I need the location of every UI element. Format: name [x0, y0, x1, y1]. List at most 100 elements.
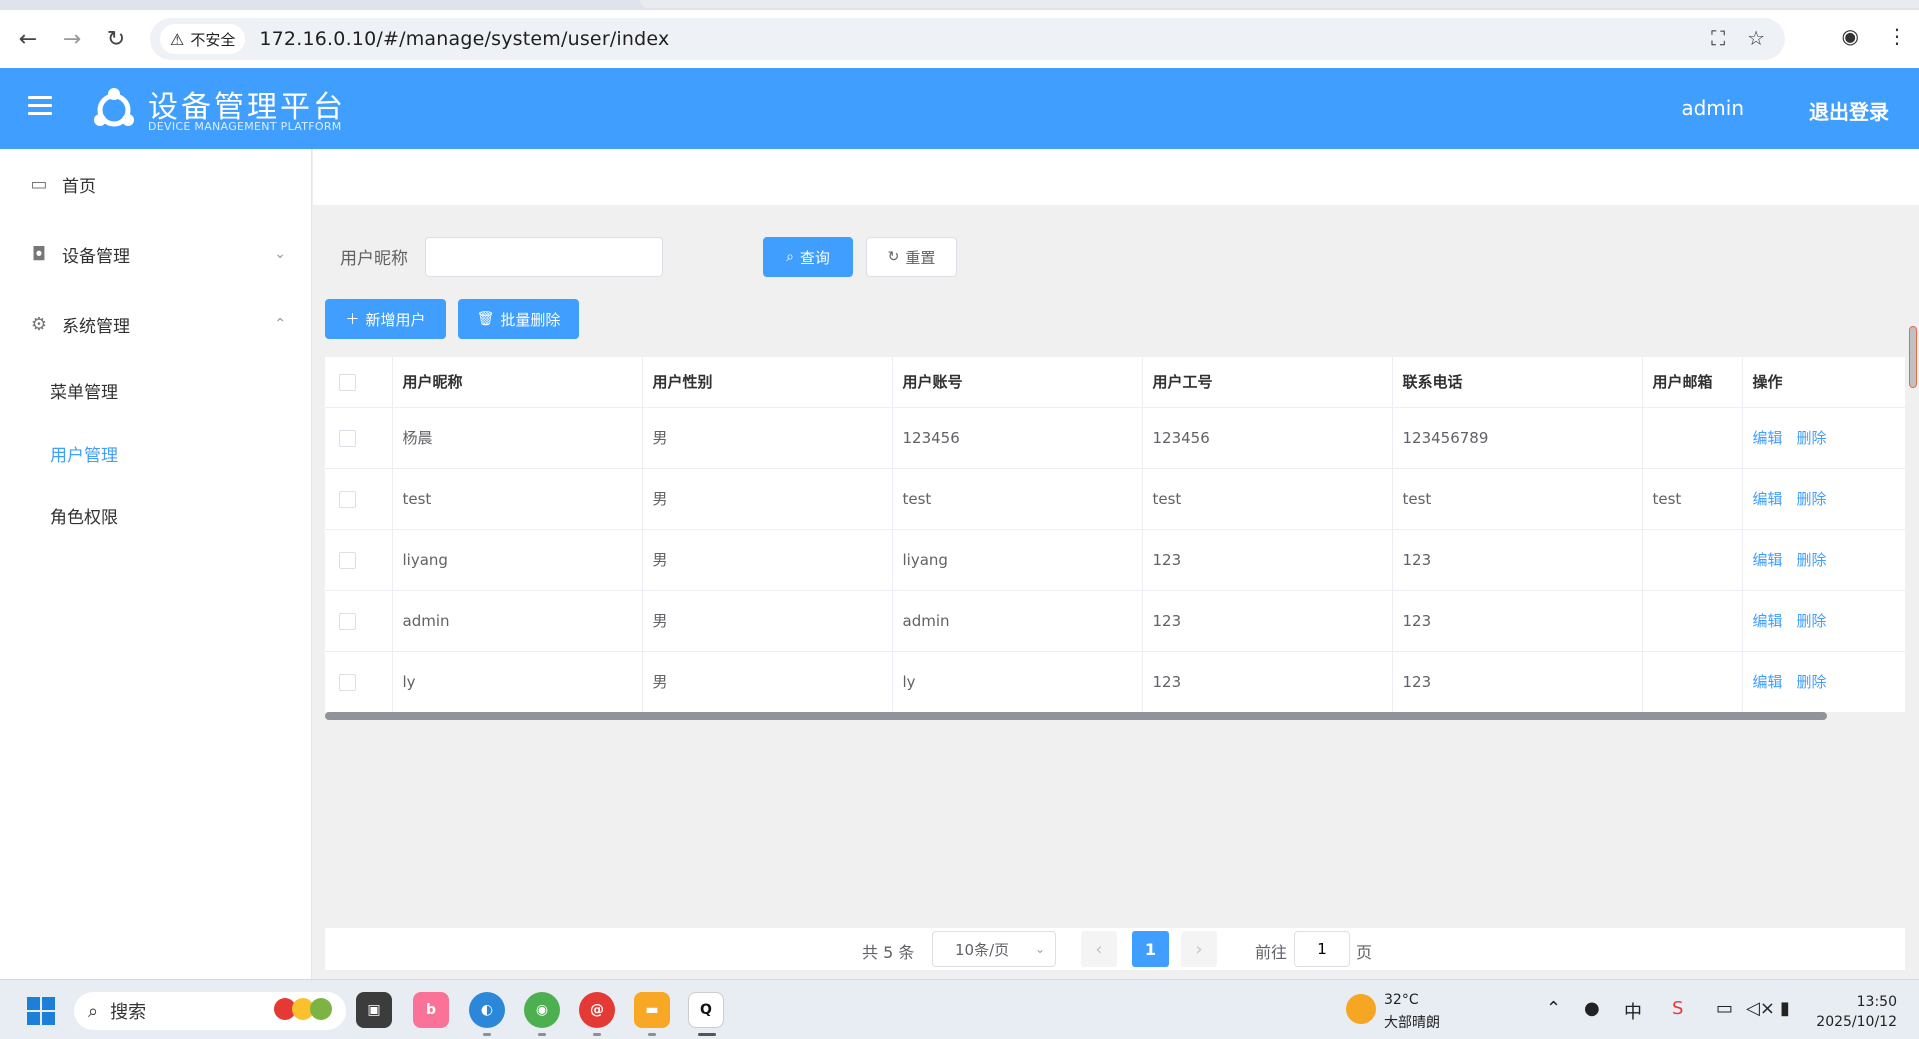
- browser-tab[interactable]: [640, 0, 1919, 8]
- sidebar-item-device[interactable]: ◘ 设备管理 ⌄: [0, 226, 312, 282]
- column-header[interactable]: 用户邮箱: [1642, 357, 1743, 408]
- table-horizontal-scrollbar-thumb[interactable]: [325, 712, 1827, 720]
- active-indicator: [698, 1033, 716, 1036]
- row-checkbox[interactable]: [339, 673, 356, 691]
- qq-tray-icon[interactable]: ●: [1584, 998, 1600, 1019]
- table-cell: 123: [1392, 651, 1643, 713]
- edit-link[interactable]: 编辑: [1753, 429, 1783, 447]
- system-clock[interactable]: 13:50 2025/10/12: [1816, 992, 1897, 1032]
- task-view-icon[interactable]: ▣: [356, 992, 392, 1028]
- search-icon: ⌕: [786, 249, 794, 265]
- refresh-icon: ↻: [887, 249, 900, 265]
- browser-app-icon[interactable]: ◐: [469, 992, 505, 1028]
- logout-button[interactable]: 退出登录: [1809, 96, 1889, 125]
- sidebar-item-label: 系统管理: [62, 316, 130, 337]
- column-header[interactable]: 操作: [1742, 357, 1905, 408]
- nickname-filter-label: 用户昵称: [340, 249, 408, 269]
- delete-link[interactable]: 删除: [1797, 490, 1827, 508]
- column-header[interactable]: 用户性别: [642, 357, 893, 408]
- snail-app-icon[interactable]: @: [579, 992, 615, 1028]
- row-checkbox[interactable]: [339, 551, 356, 569]
- add-user-button[interactable]: ＋ 新增用户: [325, 299, 446, 339]
- page-number-current[interactable]: 1: [1132, 931, 1169, 967]
- table-row: test 男 test test test test 编辑 删除: [325, 468, 1905, 530]
- back-icon[interactable]: ←: [6, 17, 50, 61]
- row-checkbox[interactable]: [339, 490, 356, 508]
- nickname-search-input[interactable]: [425, 237, 663, 277]
- security-chip[interactable]: ⚠ 不安全: [160, 24, 246, 54]
- input-method-icon[interactable]: 中: [1624, 998, 1642, 1024]
- table-cell: ly: [392, 651, 643, 713]
- profile-icon[interactable]: ◉: [1842, 24, 1859, 48]
- reset-button[interactable]: ↻ 重置: [866, 237, 957, 277]
- edit-link[interactable]: 编辑: [1753, 612, 1783, 630]
- column-header[interactable]: 联系电话: [1392, 357, 1643, 408]
- tray-overflow-chevron-icon[interactable]: ⌃: [1546, 998, 1561, 1019]
- volume-muted-icon[interactable]: ◁×: [1746, 998, 1775, 1019]
- next-page-button[interactable]: ›: [1181, 931, 1217, 967]
- edit-link[interactable]: 编辑: [1753, 673, 1783, 691]
- running-indicator: [648, 1033, 656, 1036]
- forward-icon[interactable]: →: [50, 17, 94, 61]
- weather-icon[interactable]: [1346, 994, 1376, 1024]
- chrome-app-icon[interactable]: ◉: [524, 992, 560, 1028]
- reload-icon[interactable]: ↻: [94, 17, 138, 61]
- column-header[interactable]: 用户昵称: [392, 357, 643, 408]
- delete-link[interactable]: 删除: [1797, 551, 1827, 569]
- os-taskbar: ⌕ 搜索 ▣ b ◐ ◉ @ ▬ Q 32°C 大部晴朗 ⌃ ● 中 S ▭ ◁…: [0, 979, 1919, 1039]
- weather-description: 大部晴朗: [1384, 1015, 1440, 1031]
- battery-icon[interactable]: ▮: [1780, 998, 1790, 1019]
- bookmark-star-icon[interactable]: ☆: [1747, 26, 1765, 50]
- chevron-down-icon: ⌄: [274, 246, 286, 262]
- column-header[interactable]: 用户账号: [892, 357, 1143, 408]
- column-header[interactable]: 用户工号: [1142, 357, 1393, 408]
- bilibili-app-icon[interactable]: b: [413, 992, 449, 1028]
- sidebar-item-role-perm[interactable]: 角色权限: [50, 503, 118, 528]
- search-button[interactable]: ⌕ 查询: [763, 237, 853, 277]
- more-menu-icon[interactable]: ⋮: [1887, 24, 1907, 48]
- goto-page-input[interactable]: [1294, 931, 1350, 967]
- delete-link[interactable]: 删除: [1797, 612, 1827, 630]
- windows-start-icon[interactable]: [27, 997, 55, 1025]
- table-cell: 男: [642, 651, 893, 713]
- table-cell: test: [392, 468, 643, 530]
- table-cell: 男: [642, 468, 893, 530]
- page-vertical-scrollbar[interactable]: [1909, 326, 1917, 388]
- pagination-total: 共 5 条: [862, 943, 915, 962]
- select-all-checkbox[interactable]: [339, 373, 356, 391]
- wps-tray-icon[interactable]: S: [1672, 998, 1683, 1019]
- user-table: 用户昵称 用户性别 用户账号 用户工号 联系电话 用户邮箱 操作 杨晨 男 12…: [325, 357, 1905, 719]
- goto-unit-label: 页: [1356, 943, 1373, 962]
- clock-time: 13:50: [1856, 994, 1897, 1010]
- file-explorer-icon[interactable]: ▬: [634, 992, 670, 1028]
- edit-link[interactable]: 编辑: [1753, 551, 1783, 569]
- qq-app-icon[interactable]: Q: [688, 992, 724, 1028]
- table-cell: test: [1392, 468, 1643, 530]
- row-checkbox[interactable]: [339, 429, 356, 447]
- sidebar-item-user-mgmt[interactable]: 用户管理: [50, 441, 118, 466]
- network-icon[interactable]: ▭: [1716, 998, 1733, 1019]
- translate-icon[interactable]: ⛶: [1711, 26, 1725, 50]
- edit-link[interactable]: 编辑: [1753, 490, 1783, 508]
- row-checkbox[interactable]: [339, 612, 356, 630]
- sidebar-item-system[interactable]: ⚙ 系统管理 ⌃: [0, 296, 312, 352]
- address-bar[interactable]: ⚠ 不安全 172.16.0.10/#/manage/system/user/i…: [150, 18, 1785, 60]
- sidebar-item-home[interactable]: ▭ 首页: [0, 156, 312, 212]
- prev-page-button[interactable]: ‹: [1081, 931, 1117, 967]
- delete-link[interactable]: 删除: [1797, 673, 1827, 691]
- platform-subtitle: DEVICE MANAGEMENT PLATFORM: [148, 120, 342, 133]
- url-text[interactable]: 172.16.0.10/#/manage/system/user/index: [259, 28, 669, 50]
- goto-label: 前往: [1255, 943, 1288, 962]
- platform-logo-icon: [94, 88, 134, 127]
- presentation-icon: ▭: [30, 173, 48, 195]
- sidebar-item-menu-mgmt[interactable]: 菜单管理: [50, 378, 118, 403]
- menu-toggle-icon[interactable]: [28, 96, 52, 118]
- page-size-select[interactable]: 10条/页 ⌄: [932, 931, 1056, 967]
- sidebar-item-label: 设备管理: [62, 246, 130, 267]
- table-cell: 男: [642, 529, 893, 591]
- taskbar-search[interactable]: ⌕ 搜索: [74, 992, 346, 1030]
- table-row: ly 男 ly 123 123 编辑 删除: [325, 651, 1905, 713]
- batch-delete-button[interactable]: 🗑 批量删除: [458, 299, 579, 339]
- table-cell: 123: [1392, 529, 1643, 591]
- delete-link[interactable]: 删除: [1797, 429, 1827, 447]
